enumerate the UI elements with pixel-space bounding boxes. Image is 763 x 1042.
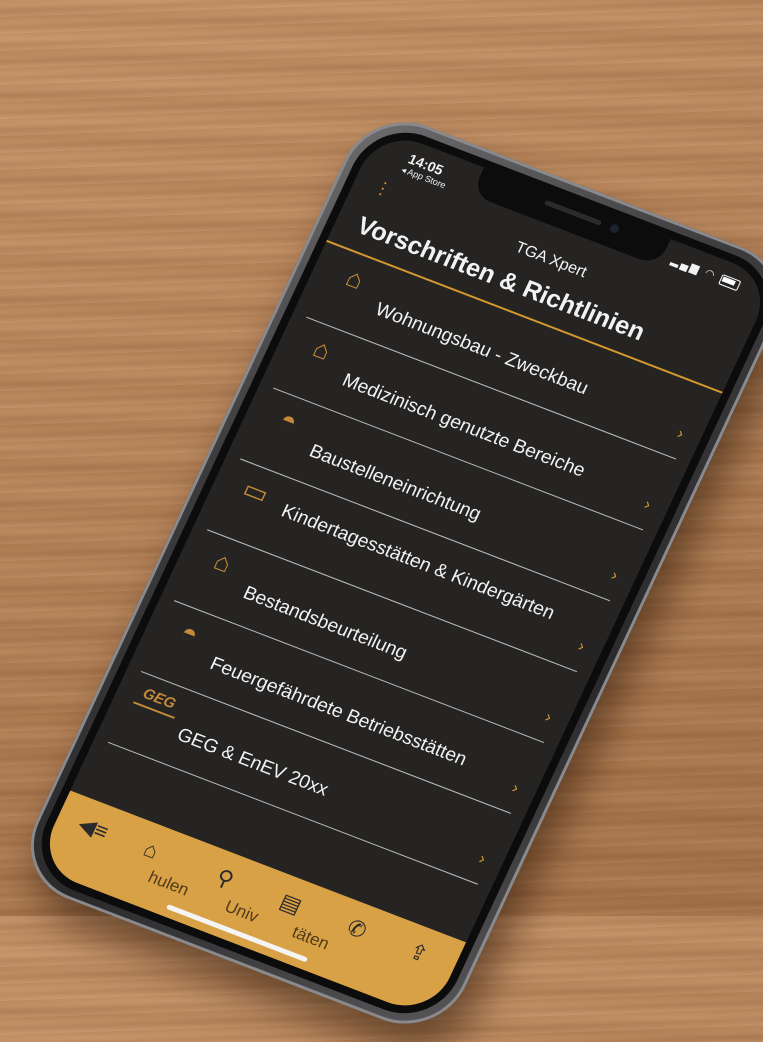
hard-hat-icon: ◓	[275, 403, 303, 437]
chevron-right-icon: ›	[575, 637, 588, 656]
factory-icon: ◓	[176, 616, 204, 650]
back-list-icon[interactable]: ◀≡	[74, 811, 112, 845]
battery-icon	[718, 273, 742, 291]
tab-label: Univ	[221, 896, 262, 927]
hospital-house-icon: ⌂	[308, 333, 336, 366]
kindergarten-icon: ▭	[238, 473, 274, 510]
wifi-icon: ◠	[702, 267, 719, 283]
house-icon: ⌂	[341, 262, 369, 296]
geg-logo-icon: GEG	[132, 683, 184, 719]
building-icon: ⌂	[209, 545, 237, 579]
home-icon[interactable]: ⌂	[139, 836, 163, 864]
tab-label: täten	[288, 922, 333, 954]
smartphone: 14:05 ◂ App Store ▂▄▆ ◠ · · · TGA Xpert Vo…	[10, 104, 763, 1042]
search-icon[interactable]: ⚲	[212, 864, 238, 893]
chevron-right-icon: ›	[542, 708, 555, 727]
chevron-right-icon: ›	[674, 425, 687, 443]
document-icon[interactable]: ▤	[275, 888, 306, 919]
phone-icon[interactable]: ✆	[343, 914, 371, 944]
chevron-right-icon: ›	[641, 496, 654, 514]
chevron-right-icon: ›	[476, 850, 489, 868]
signal-icon: ▂▄▆	[669, 254, 703, 277]
tab-label: hulen	[145, 867, 193, 900]
share-icon[interactable]: ⇪	[404, 938, 433, 968]
chevron-right-icon: ›	[509, 779, 522, 797]
front-camera	[608, 223, 621, 235]
chevron-right-icon: ›	[608, 567, 621, 585]
